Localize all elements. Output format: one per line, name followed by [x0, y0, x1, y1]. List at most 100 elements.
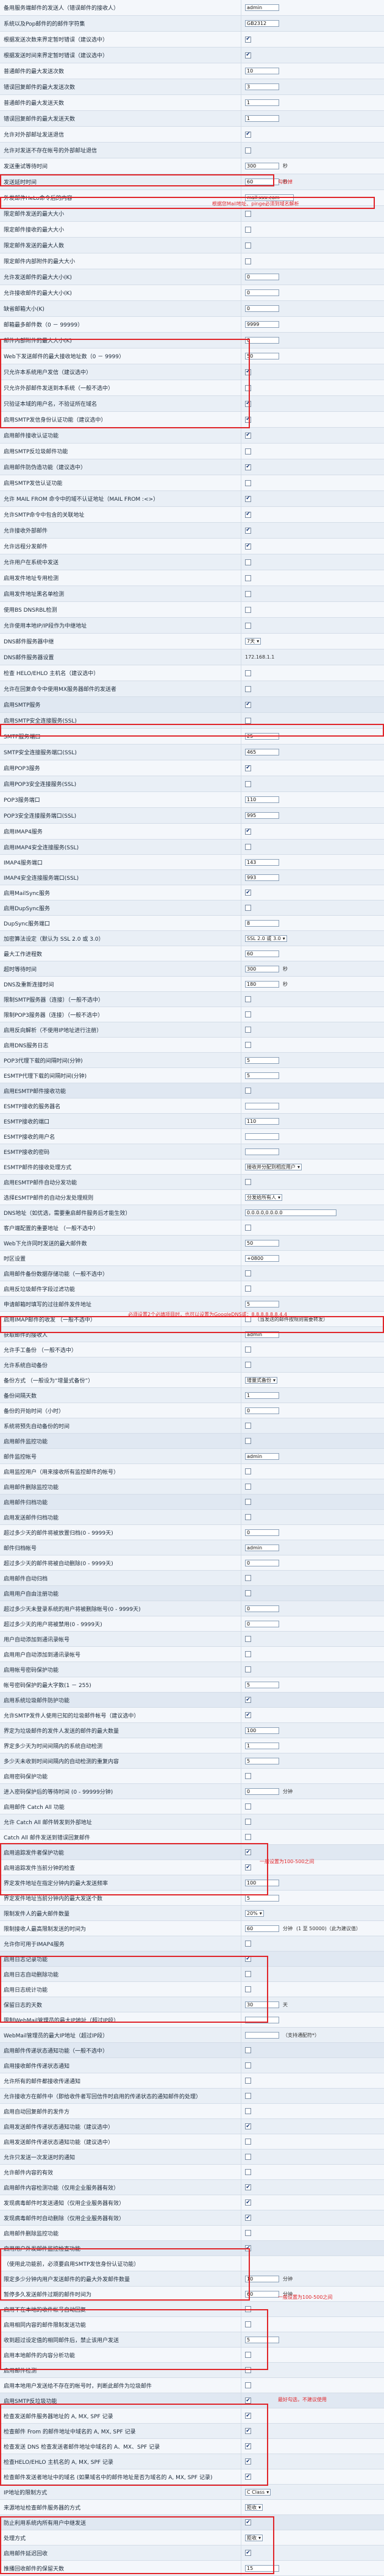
setting-input[interactable] [245, 1605, 279, 1612]
setting-select[interactable]: 拒收 ▾ [245, 2503, 263, 2511]
setting-checkbox[interactable]: ✔ [245, 2215, 251, 2221]
setting-select[interactable]: SSL 2.0 或 3.0 ▾ [245, 935, 287, 942]
setting-input[interactable] [245, 1925, 279, 1932]
setting-checkbox[interactable]: ✔ [245, 400, 251, 407]
setting-checkbox[interactable]: ✔ [245, 765, 251, 771]
setting-checkbox[interactable] [245, 1773, 251, 1779]
setting-checkbox[interactable] [245, 1346, 251, 1353]
setting-input[interactable] [245, 337, 279, 344]
setting-checkbox[interactable]: ✔ [245, 52, 251, 58]
setting-input[interactable] [245, 1072, 279, 1079]
setting-checkbox[interactable] [245, 2352, 251, 2358]
setting-input[interactable] [245, 1894, 279, 1902]
setting-checkbox[interactable] [245, 258, 251, 264]
setting-input[interactable] [245, 2275, 279, 2282]
setting-checkbox[interactable] [245, 210, 251, 217]
setting-checkbox[interactable] [245, 2108, 251, 2114]
setting-input[interactable] [245, 874, 279, 881]
setting-select[interactable]: 20% ▾ [245, 1909, 264, 1917]
setting-input[interactable] [245, 274, 279, 280]
setting-checkbox[interactable] [245, 384, 251, 391]
setting-input[interactable] [245, 1331, 279, 1338]
setting-input[interactable] [245, 1392, 279, 1399]
setting-input[interactable] [245, 1239, 279, 1247]
setting-checkbox[interactable] [245, 559, 251, 565]
setting-checkbox[interactable] [245, 242, 251, 249]
setting-checkbox[interactable] [245, 1042, 251, 1048]
setting-checkbox[interactable] [245, 1438, 251, 1444]
setting-input[interactable] [245, 20, 279, 27]
setting-checkbox[interactable]: ✔ [245, 828, 251, 835]
setting-select[interactable]: 拒收 ▾ [245, 2534, 263, 2541]
setting-input[interactable] [245, 179, 279, 185]
setting-checkbox[interactable] [245, 2321, 251, 2327]
setting-input[interactable] [245, 1742, 279, 1749]
setting-checkbox[interactable]: ✔ [245, 432, 251, 439]
setting-input[interactable] [245, 1681, 279, 1688]
setting-checkbox[interactable] [245, 670, 251, 676]
setting-checkbox[interactable]: ✔ [245, 2443, 251, 2449]
setting-checkbox[interactable]: ✔ [245, 1697, 251, 1703]
setting-checkbox[interactable]: ✔ [245, 511, 251, 518]
setting-checkbox[interactable] [245, 1590, 251, 1596]
setting-input[interactable] [245, 858, 279, 866]
setting-checkbox[interactable] [245, 780, 251, 787]
setting-checkbox[interactable] [245, 2093, 251, 2099]
setting-checkbox[interactable] [245, 1514, 251, 1520]
setting-input[interactable] [245, 1209, 336, 1216]
setting-input[interactable] [245, 1757, 279, 1764]
setting-checkbox[interactable]: ✔ [245, 2184, 251, 2190]
setting-select[interactable]: 接收并分配到相应用户 ▾ [245, 1163, 302, 1170]
setting-checkbox[interactable] [245, 606, 251, 613]
setting-checkbox[interactable] [245, 479, 251, 486]
setting-input[interactable] [245, 1727, 279, 1734]
setting-select[interactable]: 增量式备份 ▾ [245, 1376, 278, 1384]
setting-input[interactable] [245, 1148, 279, 1155]
setting-input[interactable] [245, 1102, 279, 1109]
setting-checkbox[interactable]: ✔ [245, 1849, 251, 1855]
setting-checkbox[interactable]: ✔ [245, 2458, 251, 2465]
setting-checkbox[interactable] [245, 448, 251, 455]
setting-input[interactable] [245, 919, 279, 927]
setting-checkbox[interactable] [245, 1834, 251, 1840]
setting-checkbox[interactable] [245, 685, 251, 692]
setting-checkbox[interactable] [245, 1270, 251, 1276]
setting-checkbox[interactable] [245, 1575, 251, 1581]
setting-input[interactable] [245, 83, 279, 90]
setting-input[interactable] [245, 321, 279, 328]
setting-input[interactable] [245, 1407, 279, 1414]
setting-checkbox[interactable] [245, 1819, 251, 1825]
setting-input[interactable] [245, 1544, 279, 1551]
setting-checkbox[interactable] [245, 1484, 251, 1490]
setting-checkbox[interactable] [245, 147, 251, 154]
setting-checkbox[interactable] [245, 226, 251, 233]
setting-input[interactable] [245, 99, 279, 106]
setting-input[interactable] [245, 353, 279, 359]
setting-checkbox[interactable] [245, 1027, 251, 1033]
setting-checkbox[interactable] [245, 590, 251, 597]
setting-checkbox[interactable] [245, 1986, 251, 1992]
setting-checkbox[interactable]: ✔ [245, 1956, 251, 1962]
setting-input[interactable] [245, 115, 279, 122]
setting-input[interactable] [245, 733, 279, 740]
setting-input[interactable] [245, 965, 279, 972]
setting-checkbox[interactable] [245, 1666, 251, 1672]
setting-checkbox[interactable]: ✔ [245, 2397, 251, 2404]
setting-input[interactable] [245, 1254, 279, 1262]
setting-checkbox[interactable] [245, 2139, 251, 2145]
setting-checkbox[interactable]: ✔ [245, 890, 251, 896]
setting-input[interactable] [245, 1133, 279, 1140]
setting-checkbox[interactable]: ✔ [245, 464, 251, 470]
setting-checkbox[interactable] [245, 2230, 251, 2236]
setting-checkbox[interactable] [245, 1011, 251, 1017]
setting-checkbox[interactable] [245, 1468, 251, 1474]
setting-checkbox[interactable] [245, 1941, 251, 1947]
setting-input[interactable] [245, 1117, 279, 1125]
setting-checkbox[interactable] [245, 2306, 251, 2312]
setting-input[interactable] [245, 2031, 279, 2039]
setting-checkbox[interactable] [245, 622, 251, 629]
setting-checkbox[interactable] [245, 2062, 251, 2068]
setting-checkbox[interactable]: ✔ [245, 36, 251, 43]
setting-checkbox[interactable] [245, 905, 251, 911]
setting-input[interactable] [245, 2016, 279, 2023]
